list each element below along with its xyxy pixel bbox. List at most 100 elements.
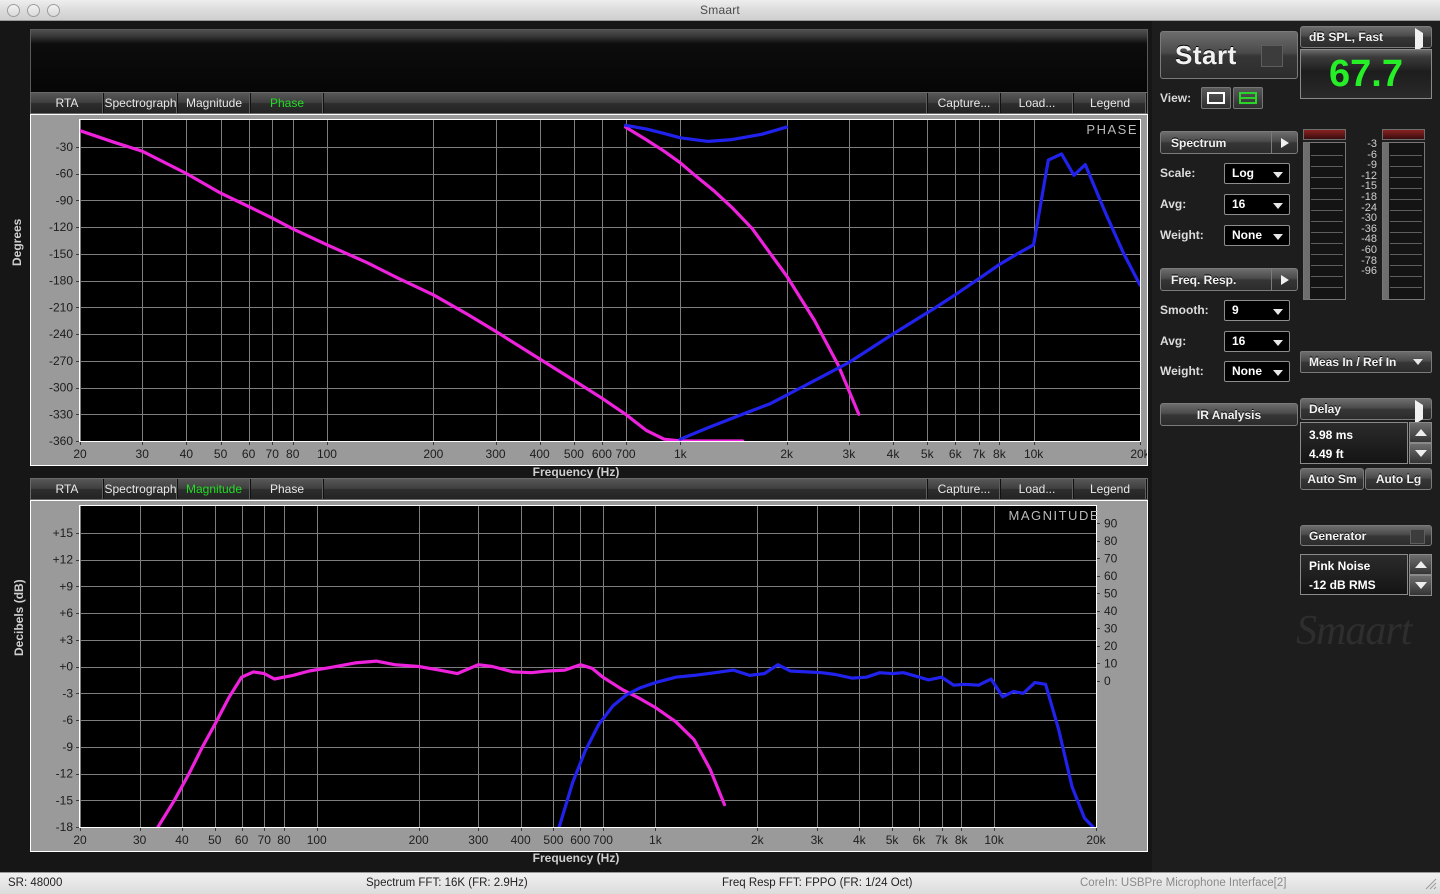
generator-status-indicator — [1410, 529, 1425, 544]
tab-magnitude-top[interactable]: Magnitude — [178, 93, 251, 113]
start-button[interactable]: Start — [1160, 31, 1298, 79]
y-tick-label: -60 — [56, 167, 74, 181]
generator-increment-button[interactable] — [1409, 554, 1432, 575]
x-tick-label: 700 — [593, 833, 613, 847]
auto-sm-label: Auto Sm — [1307, 472, 1357, 486]
delay-value-display[interactable]: 3.98 ms 4.49 ft — [1300, 422, 1408, 464]
x-tick-label: 20k — [1086, 833, 1106, 847]
meter-scale-tick: -3 — [1367, 138, 1377, 150]
x-tick-label: 20k — [1130, 447, 1148, 461]
zoom-icon[interactable] — [47, 4, 60, 17]
delay-expand-arrow[interactable] — [1415, 400, 1423, 424]
generator-section-header[interactable]: Generator — [1300, 525, 1432, 546]
spl-mode-button[interactable]: dB SPL, Fast — [1300, 26, 1432, 52]
tab-phase-top[interactable]: Phase — [251, 93, 324, 113]
y2-tick-label: 60 — [1104, 569, 1118, 583]
dual-pane-view-button[interactable] — [1233, 87, 1264, 109]
chevron-down-icon — [1273, 308, 1283, 315]
capture-button-bottom[interactable]: Capture... — [928, 479, 1001, 499]
load-button-top[interactable]: Load... — [1001, 93, 1074, 113]
x-tick-label: 5k — [921, 447, 935, 461]
chevron-right-icon — [1415, 400, 1423, 424]
chevron-down-icon — [1414, 582, 1427, 589]
x-tick-label: 4k — [853, 833, 867, 847]
resize-grip-icon[interactable] — [1425, 878, 1437, 890]
y-tick-label: -6 — [62, 713, 73, 727]
tab-rta-bottom[interactable]: RTA — [31, 479, 104, 499]
ir-analysis-button[interactable]: IR Analysis — [1160, 403, 1298, 426]
status-bar: SR: 48000 Spectrum FFT: 16K (FR: 2.9Hz) … — [0, 872, 1440, 894]
capture-button-top[interactable]: Capture... — [928, 93, 1001, 113]
y-tick-label: -360 — [49, 434, 73, 448]
freq-resp-section-header[interactable]: Freq. Resp. — [1160, 268, 1298, 291]
magnitude-y-axis-title: Decibels (dB) — [12, 579, 26, 656]
freq-resp-avg-select[interactable]: 16 — [1224, 330, 1290, 352]
meter-source-select[interactable]: Meas In / Ref In — [1300, 351, 1432, 373]
y-tick-label: -3 — [62, 686, 73, 700]
close-icon[interactable] — [7, 4, 20, 17]
delay-section-header[interactable]: Delay — [1300, 398, 1432, 424]
delay-decrement-button[interactable] — [1409, 443, 1432, 464]
x-tick-label: 50 — [208, 833, 222, 847]
tab-spectrograph-top[interactable]: Spectrograph — [104, 93, 178, 113]
smaart-logo-watermark: Smaart — [1296, 608, 1412, 654]
y-tick-label: +9 — [59, 579, 73, 593]
freq-resp-avg-row: Avg: 16 — [1160, 329, 1300, 353]
window-controls[interactable] — [7, 4, 60, 17]
chevron-down-icon — [1273, 369, 1283, 376]
x-tick-label: 500 — [564, 447, 584, 461]
phase-panel: RTA Spectrograph Magnitude Phase Capture… — [30, 92, 1148, 466]
y2-tick-label: 80 — [1104, 534, 1118, 548]
spl-mode-label: dB SPL, Fast — [1309, 30, 1384, 44]
x-tick-label: 70 — [258, 833, 272, 847]
freq-resp-expand-arrow[interactable] — [1271, 268, 1297, 291]
status-freq-resp-fft: Freq Resp FFT: FPPO (FR: 1/24 Oct) — [722, 877, 913, 889]
load-button-bottom[interactable]: Load... — [1001, 479, 1074, 499]
tab-rta-top[interactable]: RTA — [31, 93, 104, 113]
magnitude-panel-tabbar: RTA Spectrograph Magnitude Phase Capture… — [30, 478, 1148, 500]
start-button-label: Start — [1175, 39, 1237, 70]
phase-panel-tabbar: RTA Spectrograph Magnitude Phase Capture… — [30, 92, 1148, 114]
freq-resp-header-label: Freq. Resp. — [1171, 272, 1237, 287]
legend-button-bottom[interactable]: Legend — [1074, 479, 1147, 499]
spectrum-avg-label: Avg: — [1160, 197, 1187, 211]
y-tick-label: -15 — [56, 793, 74, 807]
y-tick-label: -240 — [49, 327, 73, 341]
spectrum-avg-select[interactable]: 16 — [1224, 193, 1290, 215]
tab-phase-bottom[interactable]: Phase — [251, 479, 324, 499]
generator-value-display[interactable]: Pink Noise -12 dB RMS — [1300, 554, 1408, 595]
dual-pane-icon — [1239, 92, 1258, 104]
tabbar-spacer-bottom — [324, 479, 928, 499]
y-tick-label: -90 — [56, 193, 74, 207]
x-tick-label: 20 — [73, 447, 87, 461]
x-tick-label: 4k — [887, 447, 901, 461]
legend-button-top[interactable]: Legend — [1074, 93, 1147, 113]
spectrum-weight-select[interactable]: None — [1224, 224, 1290, 246]
freq-resp-smooth-select[interactable]: 9 — [1224, 299, 1290, 321]
x-tick-label: 8k — [955, 833, 969, 847]
tab-spectrograph-bottom[interactable]: Spectrograph — [104, 479, 178, 499]
generator-signal-value: Pink Noise — [1309, 559, 1371, 573]
generator-decrement-button[interactable] — [1409, 575, 1432, 596]
window-title: Smaart — [700, 3, 740, 17]
delay-increment-button[interactable] — [1409, 422, 1432, 443]
magnitude-plot[interactable]: +15 +12 +9 +6 +3 +0 -3 -6 -9 -12 -15 -18 0 10 20 30 40 50… — [30, 500, 1148, 852]
x-tick-label: 2k — [751, 833, 765, 847]
tab-magnitude-bottom[interactable]: Magnitude — [178, 479, 251, 499]
freq-resp-weight-select[interactable]: None — [1224, 360, 1290, 382]
spectrum-scale-select[interactable]: Log — [1224, 162, 1290, 184]
phase-plot[interactable]: -30 -60 -90 -120 -150 -180 -210 -240 -270 -300 -33… — [30, 114, 1148, 466]
minimize-icon[interactable] — [27, 4, 40, 17]
spl-mode-arrow[interactable] — [1415, 28, 1423, 52]
meter-scale-labels: -3 -6 -9 -12 -15 -18 -24 -30 -36 -48 -60 -78 -96 — [1347, 139, 1377, 277]
single-pane-view-button[interactable] — [1201, 87, 1232, 109]
x-tick-label: 80 — [286, 447, 300, 461]
y2-tick-label: 70 — [1104, 551, 1118, 565]
auto-small-delay-button[interactable]: Auto Sm — [1300, 468, 1364, 490]
x-tick-label: 2k — [780, 447, 794, 461]
spectrum-section-header[interactable]: Spectrum — [1160, 131, 1298, 154]
chevron-down-icon — [1273, 233, 1283, 240]
spectrum-expand-arrow[interactable] — [1271, 131, 1297, 154]
chevron-down-icon — [1273, 171, 1283, 178]
auto-large-delay-button[interactable]: Auto Lg — [1365, 468, 1432, 490]
